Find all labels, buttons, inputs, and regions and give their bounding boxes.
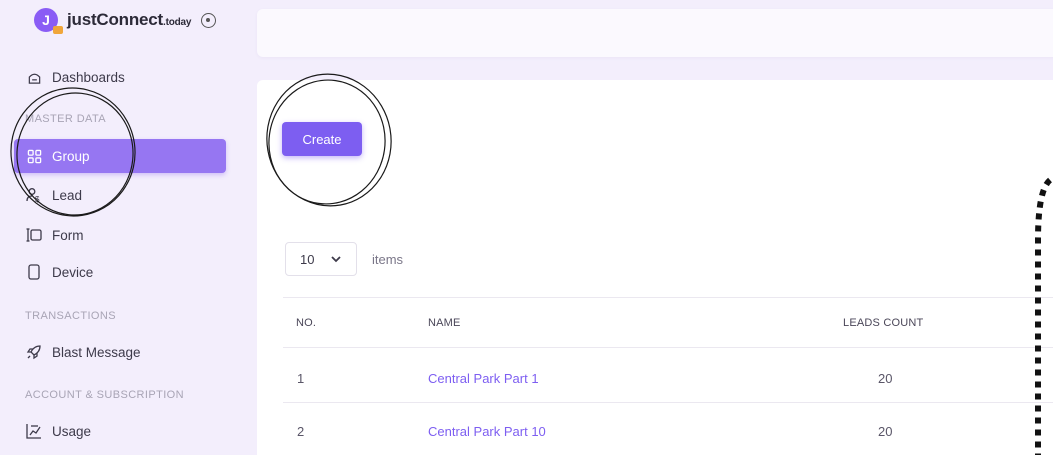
brand-name: justConnect.today [67, 10, 192, 29]
sidebar-item-label: Lead [52, 187, 83, 203]
group-name-link[interactable]: Central Park Part 10 [428, 424, 546, 439]
row-number: 1 [297, 371, 305, 386]
column-header-no[interactable]: NO. [296, 317, 316, 329]
sidebar-item-lead[interactable]: $ Lead [14, 178, 226, 212]
create-button[interactable]: Create [282, 122, 362, 156]
sidebar-toggle-icon[interactable] [201, 12, 217, 28]
section-account-subscription: ACCOUNT & SUBSCRIPTION [25, 389, 184, 401]
svg-text:$: $ [35, 195, 40, 203]
section-master-data: MASTER DATA [25, 113, 106, 125]
per-page-select[interactable]: 10 [285, 242, 357, 276]
brand-logo[interactable]: J justConnect.today [34, 8, 217, 34]
sidebar-item-label: Device [52, 264, 94, 280]
column-header-leads-count[interactable]: LEADS COUNT [843, 317, 923, 329]
per-page-value: 10 [300, 251, 315, 267]
table-divider [283, 347, 1053, 348]
logo-badge: J [34, 8, 63, 34]
rocket-icon [26, 344, 42, 360]
sidebar-item-label: Usage [52, 423, 92, 439]
sidebar-item-device[interactable]: Device [14, 255, 226, 289]
chevron-down-icon [330, 253, 342, 268]
top-bar [257, 9, 1053, 57]
sidebar-item-label: Group [52, 148, 90, 164]
leads-count: 20 [878, 371, 893, 386]
table-divider [283, 297, 1053, 298]
sidebar-item-group[interactable]: Group [14, 139, 226, 173]
group-name-link[interactable]: Central Park Part 1 [428, 371, 539, 386]
column-header-name[interactable]: NAME [428, 317, 461, 329]
sidebar: J justConnect.today Dashboards MASTER DA… [0, 0, 240, 455]
sidebar-item-dashboards[interactable]: Dashboards [14, 60, 226, 94]
sidebar-item-label: Form [52, 227, 84, 243]
device-icon [26, 264, 42, 280]
items-label: items [372, 252, 404, 267]
home-icon [26, 69, 42, 85]
main-card [257, 80, 1053, 455]
table-divider [283, 402, 1053, 403]
sidebar-item-usage[interactable]: Usage [14, 414, 226, 448]
row-number: 2 [297, 424, 305, 439]
usage-chart-icon [26, 423, 42, 439]
sidebar-item-label: Blast Message [52, 344, 141, 360]
leads-count: 20 [878, 424, 893, 439]
sidebar-item-blast-message[interactable]: Blast Message [14, 335, 226, 369]
sidebar-item-label: Dashboards [52, 69, 125, 85]
grid-icon [26, 148, 42, 164]
form-input-icon [26, 227, 42, 243]
sidebar-item-form[interactable]: Form [14, 218, 226, 252]
section-transactions: TRANSACTIONS [25, 310, 116, 322]
user-dollar-icon: $ [26, 187, 42, 203]
